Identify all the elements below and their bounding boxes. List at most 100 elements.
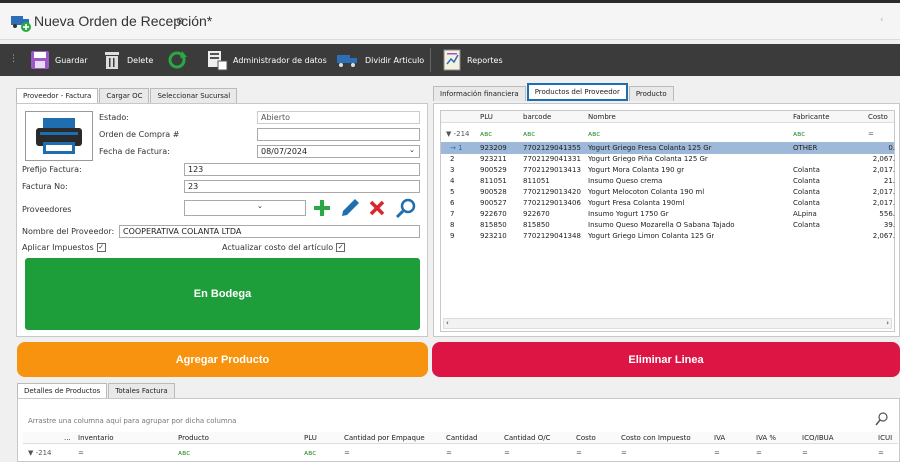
- delete-x-icon[interactable]: [369, 200, 385, 216]
- col-inventario[interactable]: Inventario: [75, 432, 114, 444]
- factura-input[interactable]: 23: [184, 180, 420, 193]
- refresh-button[interactable]: [162, 44, 192, 76]
- filter-iva[interactable]: =: [711, 447, 720, 459]
- filter-icon[interactable]: ▼ -214: [25, 447, 52, 459]
- fecha-factura-picker[interactable]: 08/07/2024 ⌄: [257, 145, 420, 158]
- col-icui[interactable]: ICUI: [875, 432, 892, 444]
- aplicar-impuestos-check[interactable]: ✓: [96, 243, 106, 252]
- detail-grid-filter-row: ▼ -214 = ᴀʙc ᴀʙc = = = = = = = = =: [23, 447, 898, 459]
- orden-compra-label: Orden de Compra #: [99, 130, 180, 139]
- supplier-image[interactable]: [25, 111, 93, 161]
- filter-costo[interactable]: =: [865, 128, 874, 140]
- nombre-proveedor-label: Nombre del Proveedor:: [22, 227, 115, 236]
- group-by-hint: Arrastre una columna aquí para agrupar p…: [28, 417, 237, 425]
- split-article-button[interactable]: Dividir Articulo: [332, 44, 428, 76]
- chevron-down-icon[interactable]: ⌄: [257, 202, 263, 210]
- refresh-icon: [168, 51, 187, 69]
- truck-add-icon: [11, 16, 31, 32]
- cell-barcode: 7702129041348: [523, 232, 581, 240]
- horizontal-scrollbar[interactable]: ‹ ›: [443, 318, 892, 329]
- filter-nombre[interactable]: ᴀʙc: [585, 128, 600, 140]
- col-barcode[interactable]: barcode: [520, 111, 551, 123]
- filter-producto[interactable]: ᴀʙc: [175, 447, 190, 459]
- reports-button[interactable]: Reportes: [438, 44, 507, 76]
- filter-costo-impuesto[interactable]: =: [618, 447, 627, 459]
- en-bodega-button[interactable]: En Bodega: [25, 258, 420, 330]
- col-cantidad-oc[interactable]: Cantidad O/C: [501, 432, 550, 444]
- tab-proveedor-factura[interactable]: Proveedor - Factura: [16, 88, 99, 103]
- save-button[interactable]: Guardar: [26, 44, 92, 76]
- scroll-left-icon[interactable]: ‹: [446, 319, 449, 327]
- delete-label: Delete: [127, 55, 154, 65]
- tab-overflow-icon[interactable]: ‹: [880, 15, 884, 25]
- col-cantidad-empaque[interactable]: Cantidad por Empaque: [341, 432, 425, 444]
- col-producto[interactable]: Producto: [175, 432, 209, 444]
- col-more[interactable]: ...: [61, 432, 71, 444]
- chevron-down-icon[interactable]: ⌄: [409, 146, 415, 154]
- row-indicator: 9: [450, 232, 455, 240]
- orden-compra-input[interactable]: [257, 128, 420, 141]
- col-cantidad[interactable]: Cantidad: [443, 432, 477, 444]
- col-costo-impuesto[interactable]: Costo con Impuesto: [618, 432, 691, 444]
- actualizar-costo-check[interactable]: ✓: [336, 243, 346, 252]
- cell-plu: 923210: [480, 232, 507, 240]
- col-iva[interactable]: IVA: [711, 432, 725, 444]
- col-nombre[interactable]: Nombre: [585, 111, 616, 123]
- prefijo-input[interactable]: 123: [184, 163, 420, 176]
- tab-productos-proveedor[interactable]: Productos del Proveedor: [526, 83, 628, 101]
- col-costo[interactable]: Costo: [865, 111, 888, 123]
- col-costo[interactable]: Costo: [573, 432, 596, 444]
- col-fabricante[interactable]: Fabricante: [790, 111, 830, 123]
- filter-barcode[interactable]: ᴀʙc: [520, 128, 535, 140]
- filter-plu[interactable]: ᴀʙc: [477, 128, 492, 140]
- trash-icon: [105, 52, 119, 69]
- edit-pencil-icon[interactable]: [339, 197, 361, 219]
- filter-cantidad-oc[interactable]: =: [501, 447, 510, 459]
- toolbar-separator: [430, 48, 431, 72]
- cell-nombre: Yogurt Griego Limon Colanta 125 Gr: [588, 232, 715, 240]
- aplicar-impuestos-checkbox[interactable]: Aplicar Impuestos ✓: [22, 243, 106, 252]
- prefijo-label: Prefijo Factura:: [22, 165, 82, 174]
- data-admin-button[interactable]: Administrador de datos: [202, 44, 331, 76]
- filter-inventario[interactable]: =: [75, 447, 84, 459]
- filter-iva-pct[interactable]: =: [753, 447, 762, 459]
- filter-cantidad-empaque[interactable]: =: [341, 447, 350, 459]
- actualizar-costo-checkbox[interactable]: Actualizar costo del artículo ✓: [222, 243, 346, 252]
- table-row[interactable]: 9 923210 7702129041348 Yogurt Griego Limon …: [441, 230, 895, 242]
- right-tab-strip: Información financiera Productos del Pro…: [433, 83, 675, 101]
- column-chooser-search-icon[interactable]: [874, 412, 888, 426]
- delete-button[interactable]: Delete: [98, 44, 157, 76]
- estado-label: Estado:: [99, 113, 129, 122]
- tab-detalles-productos[interactable]: Detalles de Productos: [17, 383, 108, 398]
- reports-label: Reportes: [467, 55, 503, 65]
- filter-icui[interactable]: =: [875, 447, 884, 459]
- filter-ico-ibua[interactable]: =: [799, 447, 808, 459]
- filter-cantidad[interactable]: =: [443, 447, 452, 459]
- proveedores-label: Proveedores: [22, 205, 72, 214]
- detail-grid: ... Inventario Producto PLU Cantidad por…: [23, 432, 898, 462]
- col-plu[interactable]: PLU: [301, 432, 317, 444]
- search-icon[interactable]: [395, 197, 417, 219]
- filter-costo[interactable]: =: [573, 447, 582, 459]
- tab-informacion-financiera[interactable]: Información financiera: [433, 86, 526, 101]
- proveedores-select[interactable]: ⌄: [184, 200, 306, 216]
- close-tab-icon[interactable]: ⊗: [176, 16, 184, 27]
- split-article-label: Dividir Articulo: [365, 55, 425, 65]
- nombre-proveedor-input[interactable]: COOPERATIVA COLANTA LTDA: [119, 225, 420, 238]
- col-ico-ibua[interactable]: ICO/IBUA: [799, 432, 834, 444]
- filter-fabricante[interactable]: ᴀʙc: [790, 128, 805, 140]
- tab-totales-factura[interactable]: Totales Factura: [108, 383, 175, 398]
- agregar-producto-button[interactable]: Agregar Producto: [17, 342, 428, 377]
- left-tab-strip: Proveedor - Factura Cargar OC Selecciona…: [16, 87, 238, 103]
- tab-seleccionar-sucursal[interactable]: Seleccionar Sucursal: [150, 88, 238, 103]
- col-plu[interactable]: PLU: [477, 111, 493, 123]
- col-iva-pct[interactable]: IVA %: [753, 432, 776, 444]
- scroll-right-icon[interactable]: ›: [886, 319, 889, 327]
- filter-icon[interactable]: ▼ -214: [443, 128, 470, 140]
- tab-producto[interactable]: Producto: [628, 86, 674, 101]
- add-icon[interactable]: [313, 199, 331, 217]
- eliminar-linea-button[interactable]: Eliminar Linea: [432, 342, 900, 377]
- product-grid-filter-row: ▼ -214 ᴀʙc ᴀʙc ᴀʙc ᴀʙc =: [441, 128, 894, 140]
- tab-cargar-oc[interactable]: Cargar OC: [99, 88, 150, 103]
- filter-plu[interactable]: ᴀʙc: [301, 447, 316, 459]
